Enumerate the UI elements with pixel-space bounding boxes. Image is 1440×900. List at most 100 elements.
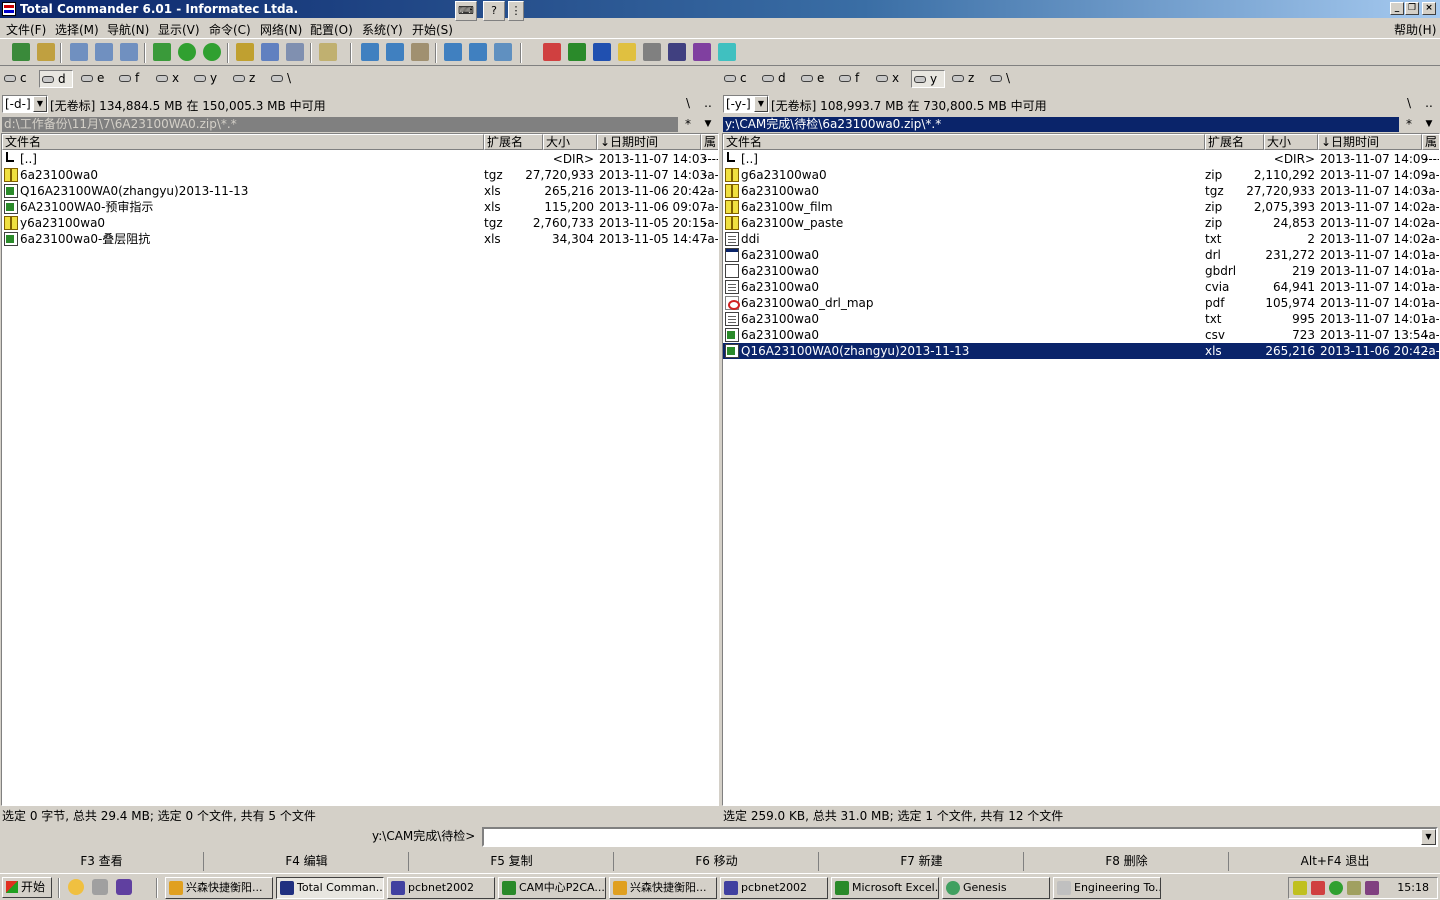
right-drive-d[interactable]: d xyxy=(760,70,786,88)
file-row[interactable]: 6a23100wa0 cvia 64,941 2013-11-07 14:01 -a- xyxy=(723,279,1439,295)
f5-copy-button[interactable]: F5 复制 xyxy=(410,852,614,871)
menu-select[interactable]: 选择(M) xyxy=(55,21,99,38)
file-row[interactable]: 6a23100wa0 csv 723 2013-11-07 13:54 -a- xyxy=(723,327,1439,343)
file-row[interactable]: Q16A23100WA0(zhangyu)2013-11-13 xls 265,21… xyxy=(2,183,718,199)
task-item[interactable]: CAM中心P2CA... xyxy=(498,877,606,899)
col-header-ext[interactable]: 扩展名 xyxy=(484,134,543,150)
eraser-icon[interactable] xyxy=(718,43,736,61)
right-path-bar[interactable]: y:\CAM完成\待检\6a23100wa0.zip\*.* xyxy=(723,117,1399,132)
col-header-attr[interactable]: 属 xyxy=(1422,134,1439,150)
file-row[interactable]: 6a23100wa0 txt 995 2013-11-07 14:01 -a- xyxy=(723,311,1439,327)
right-file-panel[interactable]: 文件名 扩展名 大小 ↓日期时间 属 [..] <DIR> 2013-11-07 1… xyxy=(722,133,1440,806)
start-button[interactable]: 开始 xyxy=(2,877,52,898)
right-hotlist-button[interactable]: ▼ xyxy=(1419,116,1439,134)
find-icon[interactable] xyxy=(286,43,304,61)
left-drive-x[interactable]: x xyxy=(154,70,179,88)
task-item[interactable]: Engineering To... xyxy=(1053,877,1161,899)
tree-view-icon[interactable] xyxy=(120,43,138,61)
genesis-icon[interactable] xyxy=(693,43,711,61)
back-icon[interactable] xyxy=(178,43,196,61)
left-parent-button[interactable]: .. xyxy=(698,95,718,113)
file-row[interactable]: [..] <DIR> 2013-11-07 14:03 ---- xyxy=(2,151,718,167)
col-header-size[interactable]: 大小 xyxy=(543,134,597,150)
left-drive-y[interactable]: y xyxy=(192,70,217,88)
help-icon[interactable]: ? xyxy=(483,1,505,21)
file-row[interactable]: y6a23100wa0 tgz 2,760,733 2013-11-05 20:15-… xyxy=(2,215,718,231)
f6-move-button[interactable]: F6 移动 xyxy=(615,852,819,871)
right-drive-c[interactable]: c xyxy=(722,70,747,88)
menu-navigate[interactable]: 导航(N) xyxy=(107,21,149,38)
right-drive-f[interactable]: f xyxy=(837,70,859,88)
restore-button[interactable]: ❐ xyxy=(1405,2,1419,15)
file-row[interactable]: 6a23100wa0 tgz 27,720,933 2013-11-07 14:03-… xyxy=(2,167,718,183)
left-path-bar[interactable]: d:\工作备份\11月\7\6A23100WA0.zip\*.* xyxy=(2,117,678,132)
col-header-ext[interactable]: 扩展名 xyxy=(1205,134,1264,150)
menu-file[interactable]: 文件(F) xyxy=(6,21,46,38)
multi-rename-icon[interactable] xyxy=(319,43,337,61)
task-item[interactable]: Microsoft Excel... xyxy=(831,877,939,899)
url-icon[interactable] xyxy=(386,43,404,61)
menu-start[interactable]: 开始(S) xyxy=(412,21,453,38)
file-row[interactable]: 6a23100wa0 drl 231,272 2013-11-07 14:01 -a- xyxy=(723,247,1439,263)
right-drive-select[interactable]: [-y-] ▼ xyxy=(723,95,769,113)
right-drive-x[interactable]: x xyxy=(874,70,899,88)
forward-icon[interactable] xyxy=(203,43,221,61)
task-item[interactable]: pcbnet2002 xyxy=(720,877,828,899)
f7-newfolder-button[interactable]: F7 新建 xyxy=(820,852,1024,871)
left-drive-select[interactable]: [-d-] ▼ xyxy=(2,95,48,113)
task-item-active[interactable]: Total Comman... xyxy=(276,877,384,899)
col-header-date[interactable]: ↓日期时间 xyxy=(597,134,701,150)
left-drive-z[interactable]: z xyxy=(231,70,255,88)
notepad-icon[interactable] xyxy=(92,879,108,895)
cmd-icon[interactable] xyxy=(494,43,512,61)
title-bar[interactable]: Total Commander 6.01 - Informatec Ltda. … xyxy=(0,0,1440,21)
left-drive-e[interactable]: e xyxy=(79,70,104,88)
col-header-date[interactable]: ↓日期时间 xyxy=(1318,134,1422,150)
f4-edit-button[interactable]: F4 编辑 xyxy=(205,852,409,871)
menu-system[interactable]: 系统(Y) xyxy=(362,21,403,38)
tray-clock-icon[interactable] xyxy=(1347,881,1361,895)
file-row[interactable]: 6a23100wa0_drl_map pdf 105,974 2013-11-07 1… xyxy=(723,295,1439,311)
left-drive-d[interactable]: d xyxy=(39,70,73,88)
tray-sync-icon[interactable] xyxy=(1329,881,1343,895)
menu-network[interactable]: 网络(N) xyxy=(260,21,302,38)
task-item[interactable]: pcbnet2002 xyxy=(387,877,495,899)
brief-view-icon[interactable] xyxy=(37,43,55,61)
tray-pen-icon[interactable] xyxy=(1293,881,1307,895)
left-hotlist-button[interactable]: ▼ xyxy=(698,116,718,134)
right-history-button[interactable]: * xyxy=(1399,116,1419,134)
tray-tool-icon[interactable] xyxy=(1311,881,1325,895)
task-item[interactable]: 兴森快捷衡阳... xyxy=(609,877,717,899)
keyboard-icon[interactable]: ⌨ xyxy=(455,1,477,21)
acrobat-icon[interactable] xyxy=(543,43,561,61)
col-header-size[interactable]: 大小 xyxy=(1264,134,1318,150)
word-icon[interactable] xyxy=(593,43,611,61)
left-root-button[interactable]: \ xyxy=(678,95,698,113)
app-icon[interactable] xyxy=(2,2,16,16)
file-row[interactable]: 6a23100wa0 gbdrl 219 2013-11-07 14:01 -a- xyxy=(723,263,1439,279)
left-drive-f[interactable]: f xyxy=(117,70,139,88)
tray-x-icon[interactable] xyxy=(1365,881,1379,895)
file-row[interactable]: 6a23100wa0 tgz 27,720,933 2013-11-07 14:03-… xyxy=(723,183,1439,199)
notepad-icon[interactable] xyxy=(444,43,462,61)
left-drive-network[interactable]: \ xyxy=(269,70,291,88)
file-row[interactable]: 6a23100wa0-叠层阻抗 xls 34,304 2013-11-05 14:47… xyxy=(2,231,718,247)
clock-app-icon[interactable] xyxy=(68,879,84,895)
refresh-icon[interactable] xyxy=(12,43,30,61)
file-row[interactable]: 6a23100w_film zip 2,075,393 2013-11-07 14:0… xyxy=(723,199,1439,215)
genesis-icon[interactable] xyxy=(116,879,132,895)
alt-f4-exit-button[interactable]: Alt+F4 退出 xyxy=(1230,852,1440,871)
task-item[interactable]: Genesis xyxy=(942,877,1050,899)
excel-icon[interactable] xyxy=(568,43,586,61)
file-row[interactable]: g6a23100wa0 zip 2,110,292 2013-11-07 14:09-… xyxy=(723,167,1439,183)
minimize-button[interactable]: _ xyxy=(1390,2,1404,15)
detail-view-icon[interactable] xyxy=(95,43,113,61)
swap-panels-icon[interactable] xyxy=(153,43,171,61)
app-tool-icon[interactable] xyxy=(643,43,661,61)
chevron-down-icon[interactable]: ▼ xyxy=(1421,829,1436,845)
col-header-name[interactable]: 文件名 xyxy=(2,134,484,150)
file-row-selected[interactable]: Q16A23100WA0(zhangyu)2013-11-13 xls 265,21… xyxy=(723,343,1439,359)
right-drive-network[interactable]: \ xyxy=(988,70,1010,88)
menu-arrow-icon[interactable]: ⋮ xyxy=(508,1,524,21)
file-row[interactable]: 6A23100WA0-预审指示 xls 115,200 2013-11-06 09:0… xyxy=(2,199,718,215)
